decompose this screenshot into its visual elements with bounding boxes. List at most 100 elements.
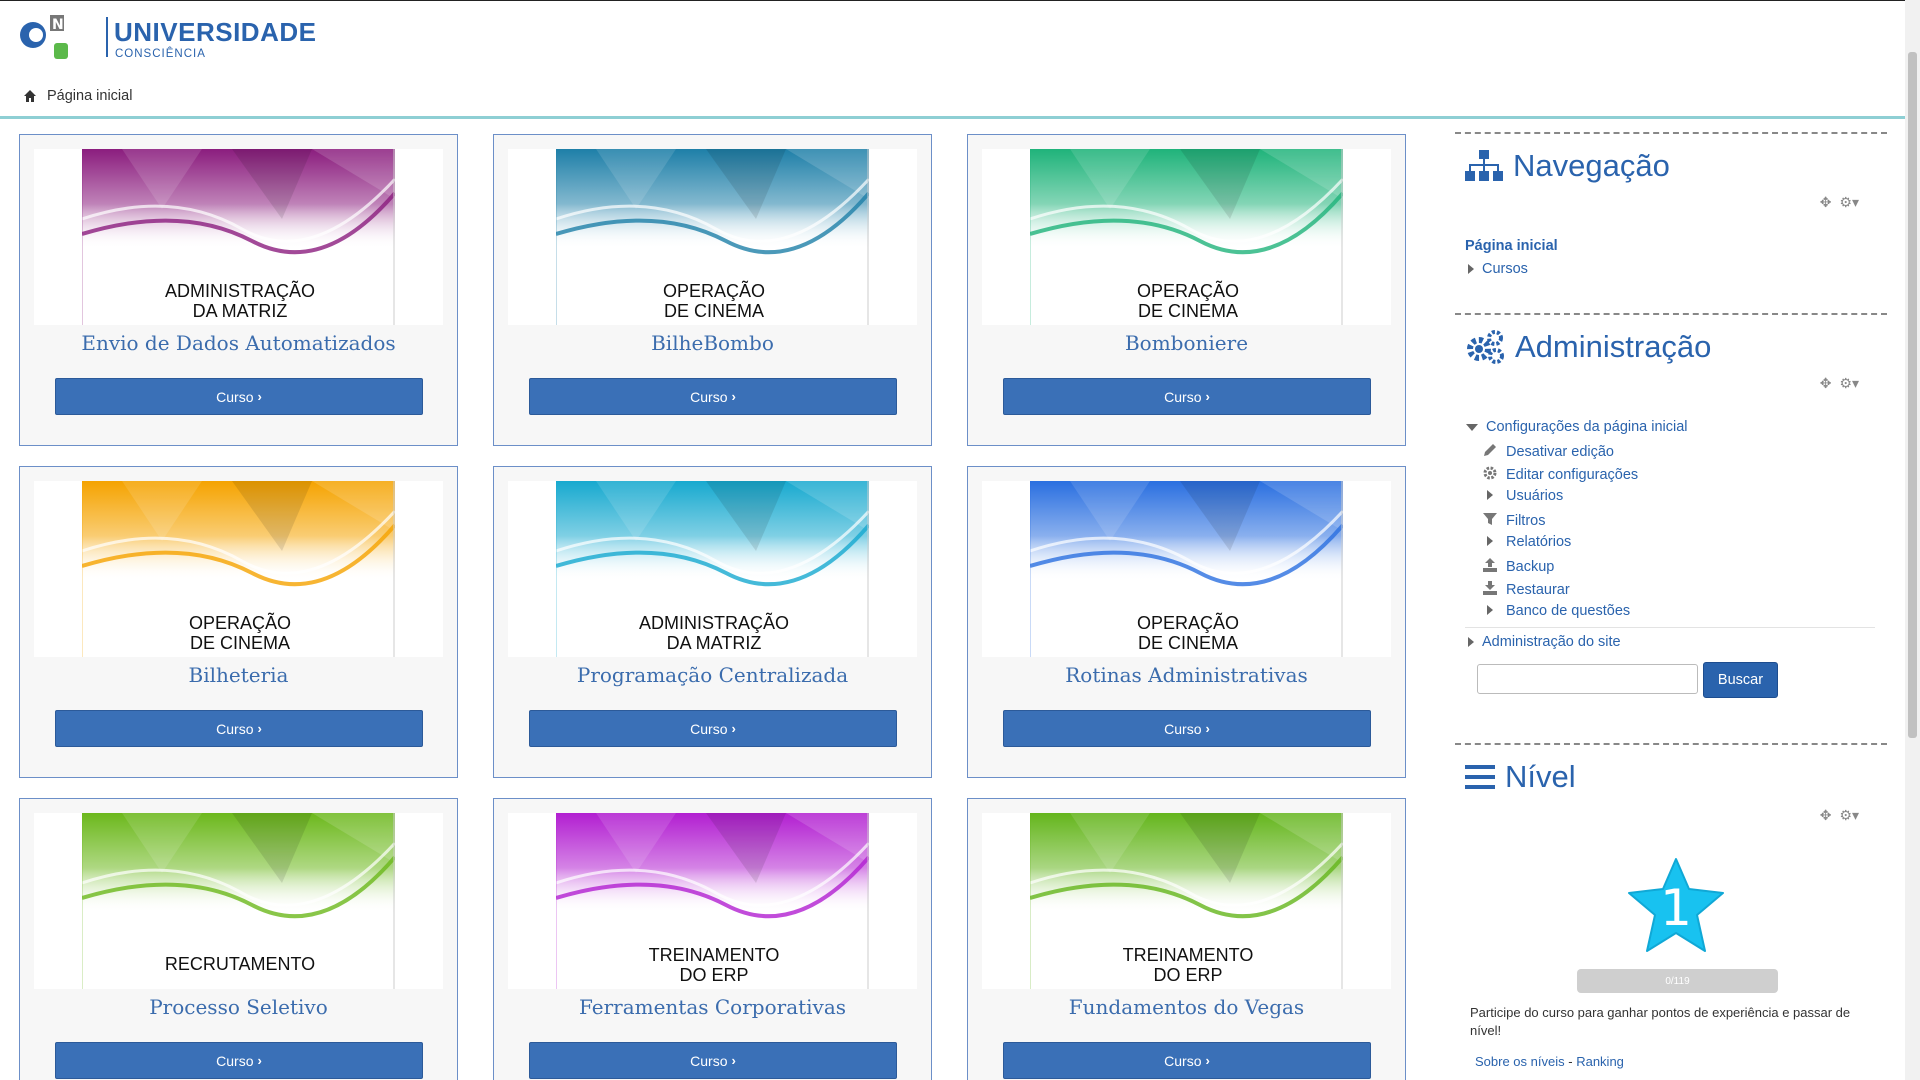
admin-item[interactable]: Desativar edição: [1482, 442, 1614, 462]
admin-item-label: Filtros: [1506, 513, 1546, 529]
course-button[interactable]: Curso ›: [529, 1042, 897, 1079]
move-icon[interactable]: ✥: [1820, 194, 1832, 211]
course-card[interactable]: OPERAÇÃO DE CINEMA Bilheteria Curso ›: [19, 466, 458, 778]
course-button[interactable]: Curso ›: [55, 1042, 423, 1079]
breadcrumb: Página inicial: [23, 88, 132, 104]
admin-item[interactable]: Editar configurações: [1482, 465, 1638, 485]
admin-item[interactable]: Backup: [1482, 557, 1554, 577]
course-image-line1: OPERAÇÃO: [663, 280, 765, 301]
admin-item-label: Restaurar: [1506, 582, 1570, 598]
gear-menu-icon[interactable]: ⚙▾: [1839, 375, 1859, 392]
course-image[interactable]: TREINAMENTO DO ERP: [982, 813, 1391, 989]
course-image[interactable]: ADMINISTRAÇÃO DA MATRIZ: [34, 149, 443, 325]
course-image[interactable]: OPERAÇÃO DE CINEMA: [34, 481, 443, 657]
course-image-line2: DO ERP: [1153, 965, 1222, 985]
course-button-label: Curso: [1164, 720, 1202, 737]
course-title[interactable]: Fundamentos do Vegas: [968, 995, 1405, 1019]
course-button[interactable]: Curso ›: [1003, 710, 1371, 747]
course-button[interactable]: Curso ›: [529, 378, 897, 415]
course-banner-graphic: ADMINISTRAÇÃO DA MATRIZ: [82, 149, 395, 325]
admin-item[interactable]: Filtros: [1482, 511, 1545, 531]
course-card[interactable]: OPERAÇÃO DE CINEMA Rotinas Administrativ…: [967, 466, 1406, 778]
course-button[interactable]: Curso ›: [55, 710, 423, 747]
course-card[interactable]: RECRUTAMENTO Processo Seletivo Curso ›: [19, 798, 458, 1080]
gear-menu-icon[interactable]: ⚙▾: [1839, 194, 1859, 211]
admin-search-button[interactable]: Buscar: [1703, 662, 1778, 698]
chevron-right-icon: ›: [257, 389, 262, 404]
triangle-right-icon: [1482, 534, 1498, 550]
administration-block-controls[interactable]: ✥ ⚙▾: [1820, 375, 1859, 392]
course-banner-graphic: TREINAMENTO DO ERP: [1030, 813, 1343, 989]
course-title[interactable]: Bilheteria: [20, 663, 457, 687]
admin-search-input[interactable]: [1477, 664, 1698, 694]
course-card[interactable]: OPERAÇÃO DE CINEMA Bomboniere Curso ›: [967, 134, 1406, 446]
admin-site-admin-label: Administração do site: [1482, 634, 1621, 650]
administration-title: Administração: [1515, 329, 1712, 364]
course-card[interactable]: OPERAÇÃO DE CINEMA BilheBombo Curso ›: [493, 134, 932, 446]
level-number: 1: [1660, 879, 1692, 937]
admin-item[interactable]: Restaurar: [1482, 580, 1570, 600]
admin-site-admin[interactable]: Administração do site: [1468, 634, 1621, 650]
admin-item-label: Usuários: [1506, 488, 1564, 504]
course-image[interactable]: OPERAÇÃO DE CINEMA: [508, 149, 917, 325]
course-button[interactable]: Curso ›: [529, 710, 897, 747]
course-banner-graphic: ADMINISTRAÇÃO DA MATRIZ: [556, 481, 869, 657]
course-card[interactable]: TREINAMENTO DO ERP Fundamentos do Vegas …: [967, 798, 1406, 1080]
scrollbar-thumb[interactable]: [1908, 52, 1917, 738]
nav-home-link[interactable]: Página inicial: [1465, 238, 1558, 254]
course-button[interactable]: Curso ›: [55, 378, 423, 415]
nav-courses-label: Cursos: [1482, 261, 1528, 277]
chevron-right-icon: ›: [1205, 1053, 1210, 1068]
admin-front-settings[interactable]: Configurações da página inicial: [1466, 419, 1688, 435]
nav-courses-link[interactable]: Cursos: [1468, 261, 1528, 277]
course-image[interactable]: RECRUTAMENTO: [34, 813, 443, 989]
level-title: Nível: [1505, 759, 1576, 794]
gear-menu-icon[interactable]: ⚙▾: [1839, 807, 1859, 824]
breadcrumb-home[interactable]: Página inicial: [47, 88, 132, 104]
course-card[interactable]: TREINAMENTO DO ERP Ferramentas Corporati…: [493, 798, 932, 1080]
course-image-line2: DA MATRIZ: [667, 633, 762, 653]
svg-text:N: N: [52, 17, 64, 33]
download-icon: [1482, 580, 1498, 600]
level-block-controls[interactable]: ✥ ⚙▾: [1820, 807, 1859, 824]
course-button[interactable]: Curso ›: [1003, 378, 1371, 415]
course-banner-graphic: OPERAÇÃO DE CINEMA: [82, 481, 395, 657]
navigation-block-controls[interactable]: ✥ ⚙▾: [1820, 194, 1859, 211]
course-title[interactable]: Ferramentas Corporativas: [494, 995, 931, 1019]
admin-front-settings-label: Configurações da página inicial: [1486, 419, 1688, 435]
site-logo[interactable]: N UNIVERSIDADE CONSCIÊNCIA: [18, 15, 316, 61]
triangle-right-icon: [1482, 488, 1498, 504]
move-icon[interactable]: ✥: [1820, 375, 1832, 392]
course-title[interactable]: Envio de Dados Automatizados: [20, 331, 457, 355]
admin-item[interactable]: Usuários: [1482, 488, 1563, 504]
triangle-right-icon: [1468, 637, 1474, 647]
vertical-scrollbar[interactable]: [1905, 0, 1920, 1080]
course-image-line1: RECRUTAMENTO: [165, 954, 315, 974]
move-icon[interactable]: ✥: [1820, 807, 1832, 824]
course-image[interactable]: ADMINISTRAÇÃO DA MATRIZ: [508, 481, 917, 657]
admin-divider: [1465, 627, 1875, 628]
course-banner-graphic: RECRUTAMENTO: [82, 813, 395, 989]
about-levels-link[interactable]: Sobre os níveis: [1475, 1054, 1565, 1069]
admin-item[interactable]: Relatórios: [1482, 534, 1571, 550]
course-button[interactable]: Curso ›: [1003, 1042, 1371, 1079]
course-image-line2: DE CINEMA: [1138, 301, 1238, 321]
course-image-line2: DE CINEMA: [1138, 633, 1238, 653]
logo-divider: [106, 17, 108, 57]
course-image[interactable]: TREINAMENTO DO ERP: [508, 813, 917, 989]
course-title[interactable]: Programação Centralizada: [494, 663, 931, 687]
ranking-link[interactable]: Ranking: [1576, 1054, 1624, 1069]
course-title[interactable]: Bomboniere: [968, 331, 1405, 355]
course-title[interactable]: BilheBombo: [494, 331, 931, 355]
course-image-line2: DA MATRIZ: [193, 301, 288, 321]
course-card[interactable]: ADMINISTRAÇÃO DA MATRIZ Programação Cent…: [493, 466, 932, 778]
triangle-down-icon: [1466, 423, 1478, 431]
admin-item[interactable]: Banco de questões: [1482, 603, 1630, 619]
level-header: Nível: [1465, 759, 1576, 795]
upload-icon: [1482, 557, 1498, 577]
course-title[interactable]: Processo Seletivo: [20, 995, 457, 1019]
course-image[interactable]: OPERAÇÃO DE CINEMA: [982, 149, 1391, 325]
course-image[interactable]: OPERAÇÃO DE CINEMA: [982, 481, 1391, 657]
course-title[interactable]: Rotinas Administrativas: [968, 663, 1405, 687]
course-card[interactable]: ADMINISTRAÇÃO DA MATRIZ Envio de Dados A…: [19, 134, 458, 446]
